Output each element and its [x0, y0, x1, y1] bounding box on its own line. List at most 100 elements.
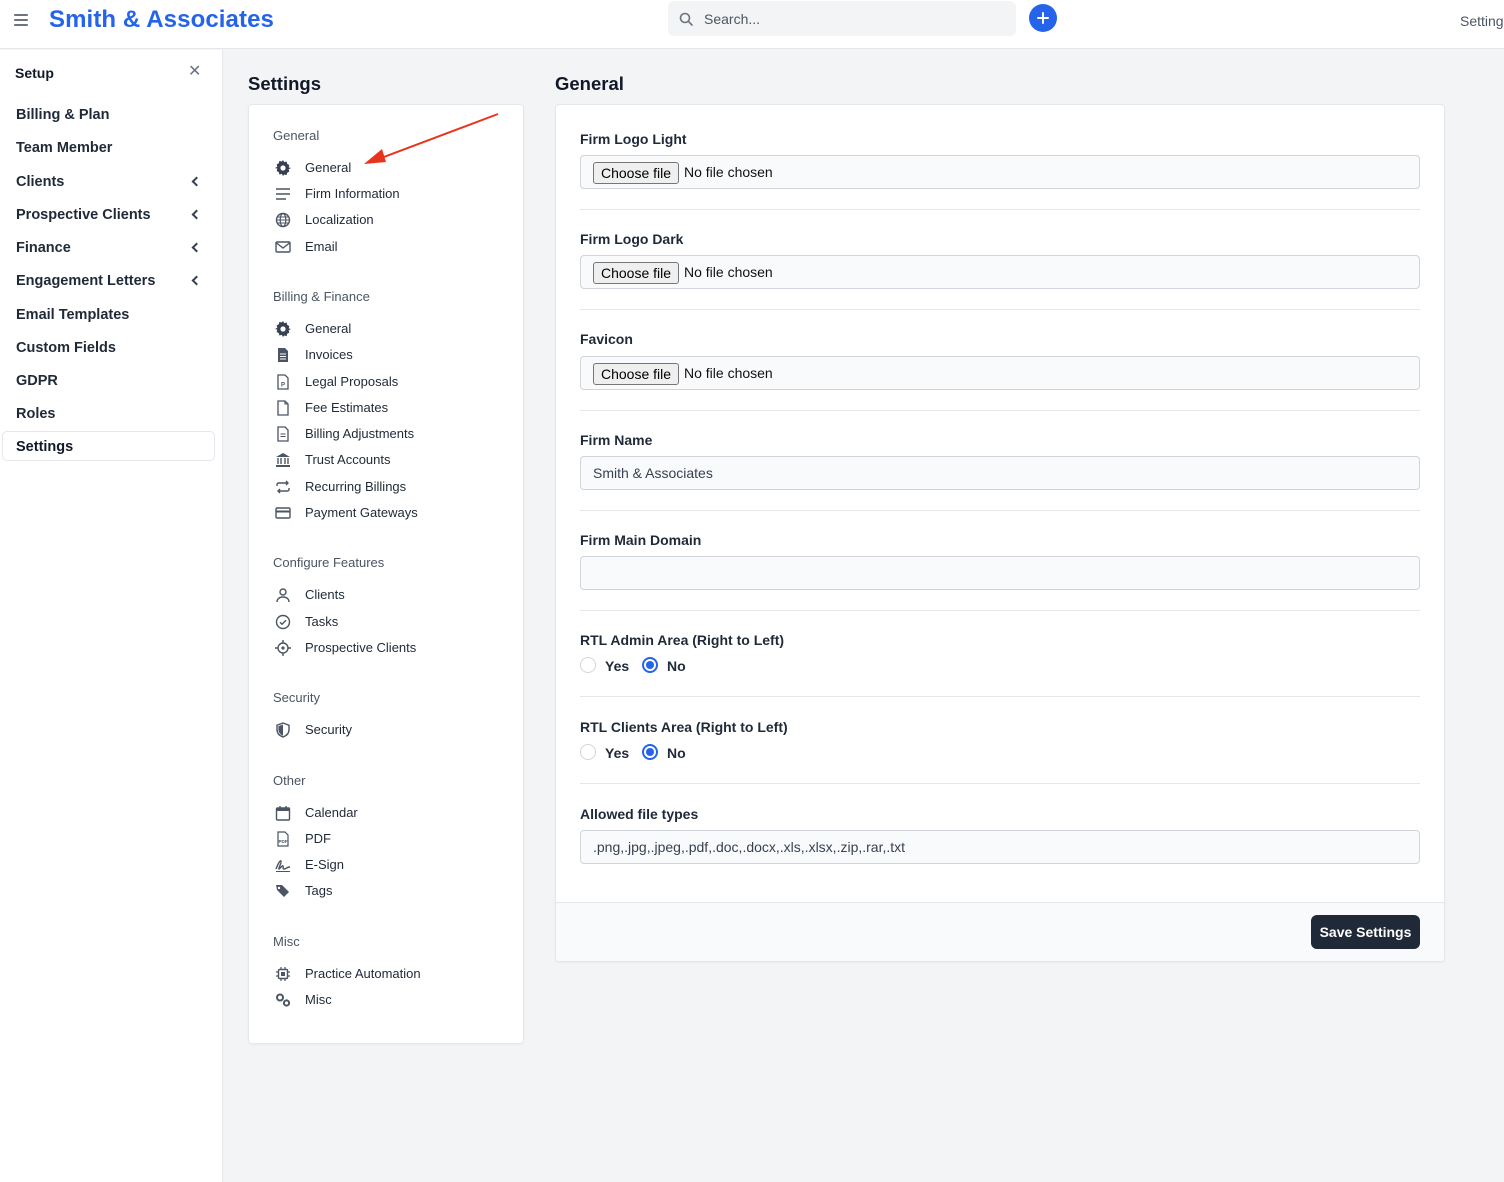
firm-main-domain-label: Firm Main Domain: [580, 532, 702, 548]
repeat-icon: [276, 480, 290, 494]
firm-logo-light-label: Firm Logo Light: [580, 131, 687, 147]
nav-item-invoices[interactable]: Invoices: [273, 344, 503, 366]
search-input[interactable]: [704, 1, 1004, 36]
no-file-text: No file chosen: [684, 365, 773, 381]
setup-sidebar: Setup ✕ Billing & Plan Team Member Clien…: [0, 50, 223, 1182]
setup-item-roles[interactable]: Roles: [2, 398, 215, 428]
nav-group-title: General: [273, 128, 320, 143]
annotation-arrow: [364, 113, 499, 164]
nav-item-misc[interactable]: Misc: [273, 989, 503, 1011]
firm-name-label: Firm Name: [580, 432, 653, 448]
setup-item-clients[interactable]: Clients: [2, 166, 215, 196]
search-box[interactable]: [668, 1, 1016, 36]
favicon-label: Favicon: [580, 331, 633, 347]
hamburger-menu-icon[interactable]: [14, 14, 28, 26]
rtl-admin-yes-label[interactable]: Yes: [605, 658, 629, 674]
nav-item-firm-information[interactable]: Firm Information: [273, 183, 503, 205]
setup-item-label: Prospective Clients: [16, 207, 151, 223]
divider: [580, 610, 1420, 611]
favicon-file-input[interactable]: Choose file No file chosen: [580, 356, 1420, 390]
rtl-clients-yes-label[interactable]: Yes: [605, 745, 629, 761]
nav-item-practice-automation[interactable]: Practice Automation: [273, 963, 503, 985]
lines-icon: [276, 188, 290, 200]
divider: [580, 209, 1420, 210]
setup-title: Setup: [15, 65, 54, 81]
shield-icon: [276, 722, 290, 738]
settings-link[interactable]: Setting: [1460, 13, 1504, 29]
nav-item-pdf[interactable]: PDF PDF: [273, 828, 503, 850]
nav-item-label: Tasks: [305, 614, 339, 629]
nav-item-tasks[interactable]: Tasks: [273, 611, 503, 633]
setup-item-email-templates[interactable]: Email Templates: [2, 299, 215, 329]
file-p-icon: P: [277, 374, 289, 390]
setup-item-settings[interactable]: Settings: [2, 431, 215, 461]
setup-item-label: Engagement Letters: [16, 273, 156, 289]
firm-main-domain-input[interactable]: [580, 556, 1420, 590]
tags-icon: [276, 885, 289, 897]
choose-file-button[interactable]: Choose file: [593, 363, 680, 385]
setup-item-team-member[interactable]: Team Member: [2, 132, 215, 162]
nav-item-label: Prospective Clients: [305, 640, 417, 655]
save-settings-button[interactable]: Save Settings: [1311, 915, 1420, 949]
rtl-admin-yes-radio[interactable]: [580, 657, 596, 673]
nav-item-security[interactable]: Security: [273, 719, 503, 741]
nav-group-title: Other: [273, 773, 306, 788]
choose-file-button[interactable]: Choose file: [593, 262, 680, 284]
rtl-clients-label: RTL Clients Area (Right to Left): [580, 719, 788, 735]
brand-title[interactable]: Smith & Associates: [49, 6, 274, 34]
setup-item-finance[interactable]: Finance: [2, 232, 215, 262]
credit-card-icon: [275, 507, 291, 519]
gear-icon: [275, 321, 291, 337]
nav-item-recurring-billings[interactable]: Recurring Billings: [273, 476, 503, 498]
nav-item-label: Localization: [305, 212, 374, 227]
nav-item-billing-adjustments[interactable]: Billing Adjustments: [273, 423, 503, 445]
firm-name-input[interactable]: [580, 456, 1420, 490]
bank-icon: [276, 453, 290, 467]
nav-item-label: Firm Information: [305, 186, 400, 201]
chip-icon: [276, 967, 290, 981]
nav-item-tags[interactable]: Tags: [273, 880, 503, 902]
nav-item-payment-gateways[interactable]: Payment Gateways: [273, 502, 503, 524]
firm-logo-dark-file-input[interactable]: Choose file No file chosen: [580, 255, 1420, 289]
rtl-clients-yes-radio[interactable]: [580, 744, 596, 760]
setup-item-billing-plan[interactable]: Billing & Plan: [2, 99, 215, 129]
nav-item-legal-proposals[interactable]: P Legal Proposals: [273, 371, 503, 393]
setup-item-engagement-letters[interactable]: Engagement Letters: [2, 265, 215, 295]
nav-item-label: Tags: [305, 883, 333, 898]
gears-icon: [276, 993, 291, 1007]
rtl-admin-no-radio[interactable]: [642, 657, 658, 673]
close-icon[interactable]: ✕: [188, 64, 201, 80]
nav-item-email[interactable]: Email: [273, 236, 503, 258]
setup-item-label: Finance: [16, 240, 71, 256]
nav-item-label: Clients: [305, 587, 345, 602]
divider: [580, 410, 1420, 411]
gear-icon: [275, 160, 291, 176]
choose-file-button[interactable]: Choose file: [593, 162, 680, 184]
rtl-admin-no-label[interactable]: No: [667, 658, 686, 674]
firm-logo-dark-label: Firm Logo Dark: [580, 231, 684, 247]
add-new-button[interactable]: [1029, 4, 1057, 32]
setup-item-label: Roles: [16, 406, 56, 422]
nav-item-clients[interactable]: Clients: [273, 584, 503, 606]
rtl-clients-no-radio[interactable]: [642, 744, 658, 760]
nav-item-prospective-clients[interactable]: Prospective Clients: [273, 637, 503, 659]
setup-item-gdpr[interactable]: GDPR: [2, 365, 215, 395]
nav-item-calendar[interactable]: Calendar: [273, 802, 503, 824]
nav-item-e-sign[interactable]: E-Sign: [273, 854, 503, 876]
allowed-file-types-label: Allowed file types: [580, 806, 699, 822]
rtl-clients-no-label[interactable]: No: [667, 745, 686, 761]
setup-item-custom-fields[interactable]: Custom Fields: [2, 332, 215, 362]
firm-logo-light-file-input[interactable]: Choose file No file chosen: [580, 155, 1420, 189]
setup-item-prospective-clients[interactable]: Prospective Clients: [2, 199, 215, 229]
allowed-file-types-input[interactable]: [580, 830, 1420, 864]
document-icon: [278, 348, 288, 362]
settings-heading: Settings: [248, 73, 321, 94]
nav-item-billing-general[interactable]: General: [273, 318, 503, 340]
nav-item-label: Email: [305, 239, 338, 254]
nav-item-fee-estimates[interactable]: Fee Estimates: [273, 397, 503, 419]
nav-item-localization[interactable]: Localization: [273, 209, 503, 231]
nav-item-trust-accounts[interactable]: Trust Accounts: [273, 449, 503, 471]
nav-item-label: Security: [305, 722, 352, 737]
search-icon: [679, 12, 693, 26]
nav-item-label: Misc: [305, 992, 332, 1007]
